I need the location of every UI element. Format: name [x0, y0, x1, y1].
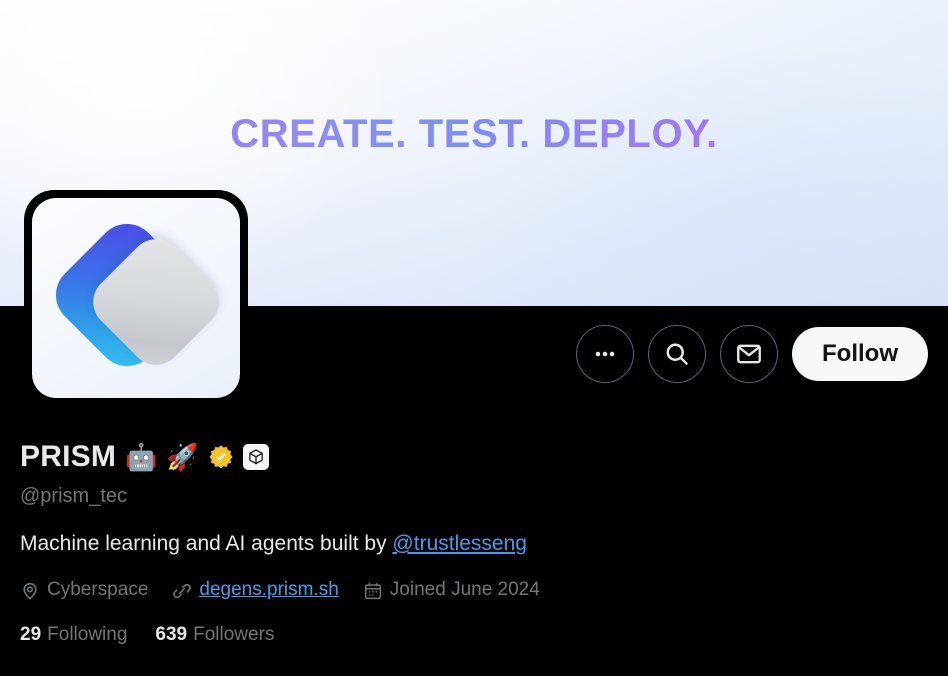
message-button[interactable]	[720, 325, 779, 383]
profile-metadata: Cyberspace degens.prism.sh Joined June 2…	[20, 579, 928, 602]
joined-item: Joined June 2024	[363, 579, 540, 602]
calendar-icon	[363, 581, 383, 601]
profile-info: PRISM 🤖 🚀 @prism_tec Machine learning an…	[20, 436, 928, 647]
website-link[interactable]: degens.prism.sh	[199, 579, 338, 602]
robot-emoji-icon: 🤖	[125, 442, 158, 472]
more-options-button[interactable]	[576, 325, 635, 383]
display-name-row: PRISM 🤖 🚀	[20, 436, 928, 478]
display-name: PRISM	[20, 440, 117, 473]
envelope-icon	[735, 340, 763, 368]
location-item: Cyberspace	[20, 579, 148, 602]
profile-bio: Machine learning and AI agents built by …	[20, 530, 928, 557]
followers-stat[interactable]: 639 Followers	[155, 624, 274, 647]
avatar-image	[32, 198, 240, 398]
prism-logo-icon	[43, 211, 230, 379]
profile-actions: Follow	[576, 325, 928, 383]
profile-stats: 29 Following 639 Followers	[20, 624, 928, 647]
bio-mention-link[interactable]: @trustlesseng	[392, 532, 527, 555]
following-label: Following	[47, 624, 128, 646]
banner-headline: CREATE. TEST. DEPLOY.	[0, 112, 948, 156]
rocket-emoji-icon: 🚀	[166, 442, 199, 472]
search-icon	[663, 340, 691, 368]
banner-glow-right	[468, 46, 948, 306]
bio-text: Machine learning and AI agents built by	[20, 532, 393, 555]
follow-button[interactable]: Follow	[792, 327, 928, 381]
cube-badge-icon[interactable]	[242, 444, 269, 470]
search-profile-button[interactable]	[648, 325, 707, 383]
ellipsis-icon	[592, 341, 618, 367]
location-pin-icon	[20, 581, 40, 601]
link-icon	[172, 581, 192, 601]
followers-label: Followers	[193, 624, 275, 646]
followers-count: 639	[155, 624, 188, 646]
following-stat[interactable]: 29 Following	[20, 624, 127, 647]
profile-handle: @prism_tec	[20, 485, 127, 507]
location-text: Cyberspace	[47, 579, 149, 601]
verified-badge-icon[interactable]	[208, 444, 234, 470]
website-item[interactable]: degens.prism.sh	[172, 579, 339, 602]
following-count: 29	[20, 624, 42, 646]
avatar[interactable]	[24, 190, 248, 406]
joined-text: Joined June 2024	[389, 579, 540, 601]
profile-page: CREATE. TEST. DEPLOY. Follow PRISM 🤖 🚀 @…	[0, 0, 948, 676]
